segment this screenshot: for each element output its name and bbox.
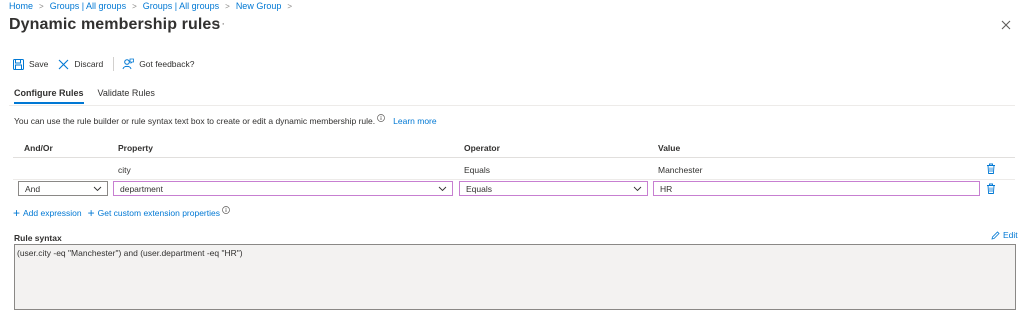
more-options-button[interactable]: ··· — [212, 18, 226, 30]
chevron-right-icon: > — [132, 1, 137, 11]
discard-button[interactable]: Discard — [58, 59, 103, 70]
add-actions: + Add expression + Get custom extension … — [13, 206, 230, 219]
feedback-button[interactable]: Got feedback? — [122, 58, 194, 70]
breadcrumb-groups-all-groups-2[interactable]: Groups | All groups — [143, 1, 219, 11]
tabs-divider — [9, 105, 1015, 106]
and-or-value: And — [25, 183, 41, 194]
value-input[interactable]: HR — [653, 181, 980, 196]
add-expression-label: Add expression — [23, 207, 82, 218]
pencil-icon — [991, 230, 1000, 240]
header-divider — [13, 157, 1015, 158]
delete-row1-icon[interactable] — [986, 163, 996, 174]
info-text: You can use the rule builder or rule syn… — [14, 116, 376, 126]
edit-rule-button[interactable]: Edit — [991, 230, 1018, 240]
plus-icon: + — [87, 205, 95, 220]
save-label: Save — [29, 59, 49, 69]
feedback-icon — [122, 58, 135, 70]
feedback-label: Got feedback? — [139, 59, 195, 69]
tab-list: Configure Rules Validate Rules — [14, 88, 169, 104]
row-divider — [13, 179, 1015, 180]
row1-operator[interactable]: Equals — [464, 165, 490, 175]
column-header-and-or: And/Or — [24, 143, 53, 153]
command-bar: Save Discard Got feedback? — [13, 57, 204, 71]
rule-syntax-label: Rule syntax — [14, 233, 62, 243]
property-value: department — [120, 183, 163, 194]
breadcrumb: Home > Groups | All groups > Groups | Al… — [9, 1, 298, 11]
row1-property[interactable]: city — [118, 165, 131, 175]
add-expression-button[interactable]: + Add expression — [13, 207, 82, 219]
toolbar-divider — [113, 57, 115, 71]
rule-syntax-textbox[interactable]: (user.city -eq "Manchester") and (user.d… — [14, 244, 1016, 310]
chevron-right-icon: > — [287, 1, 293, 11]
custom-extension-label: Get custom extension properties — [97, 207, 220, 218]
get-custom-extension-button[interactable]: + Get custom extension properties — [88, 207, 220, 219]
operator-value: Equals — [466, 183, 492, 194]
tab-validate-rules[interactable]: Validate Rules — [98, 88, 155, 104]
breadcrumb-home[interactable]: Home — [9, 1, 33, 11]
info-icon[interactable] — [222, 206, 230, 214]
save-button[interactable]: Save — [13, 58, 49, 70]
property-dropdown[interactable]: department — [113, 181, 453, 196]
page-title: Dynamic membership rules — [9, 16, 221, 33]
column-header-operator: Operator — [464, 143, 500, 153]
column-header-value: Value — [658, 143, 681, 153]
close-icon[interactable] — [999, 18, 1013, 32]
plus-icon: + — [13, 205, 21, 220]
chevron-right-icon: > — [225, 1, 230, 11]
chevron-down-icon — [438, 186, 447, 191]
discard-label: Discard — [74, 59, 104, 69]
breadcrumb-groups-all-groups[interactable]: Groups | All groups — [50, 1, 126, 11]
chevron-right-icon: > — [39, 1, 44, 11]
breadcrumb-new-group[interactable]: New Group — [236, 1, 282, 11]
operator-dropdown[interactable]: Equals — [459, 181, 648, 196]
edit-label: Edit — [1003, 230, 1018, 240]
learn-more-link[interactable]: Learn more — [393, 116, 436, 126]
and-or-dropdown[interactable]: And — [18, 181, 108, 196]
save-icon — [13, 58, 24, 70]
info-line: You can use the rule builder or rule syn… — [14, 114, 437, 128]
discard-icon — [58, 59, 69, 69]
chevron-down-icon — [633, 186, 642, 191]
row1-value[interactable]: Manchester — [658, 165, 702, 175]
chevron-down-icon — [93, 186, 102, 191]
tab-configure-rules[interactable]: Configure Rules — [14, 88, 84, 104]
info-icon[interactable] — [377, 114, 385, 122]
delete-row2-icon[interactable] — [986, 183, 996, 194]
column-header-property: Property — [118, 143, 153, 153]
